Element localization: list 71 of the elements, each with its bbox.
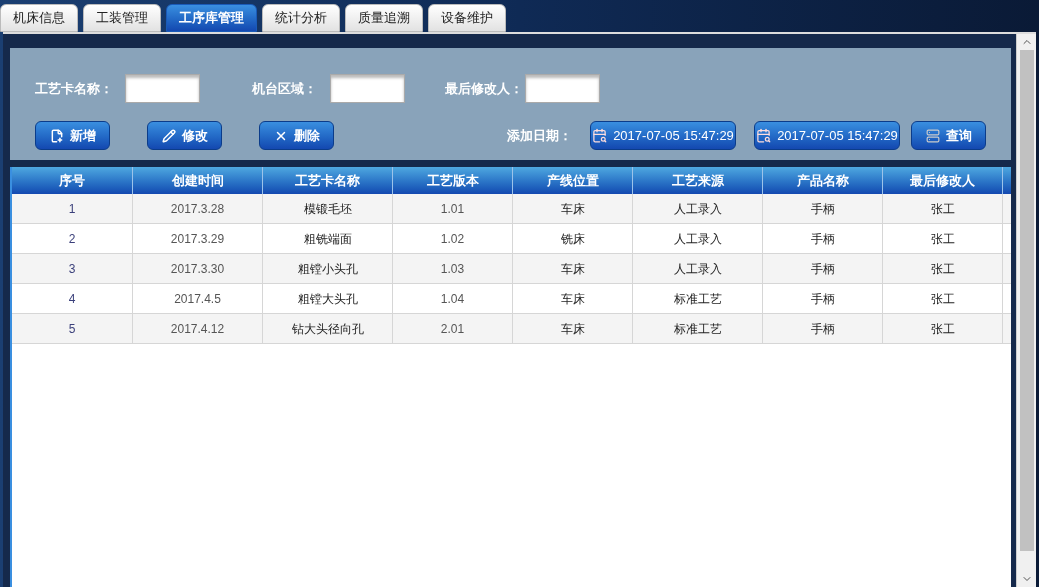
delete-button[interactable]: 删除 — [259, 121, 334, 150]
table-cell: 张工 — [883, 224, 1003, 253]
server-icon — [925, 128, 940, 143]
filter-input[interactable] — [125, 74, 200, 103]
table-row[interactable]: 4 2017.4.5 粗镗大头孔 1.04 车床 标准工艺 手柄 张工 — [12, 284, 1011, 314]
filter-label: 工艺卡名称： — [35, 79, 114, 98]
table-cell: 2017.3.28 — [133, 194, 263, 223]
table-cell: 4 — [12, 284, 133, 313]
table-cell: 手柄 — [763, 254, 883, 283]
date-picker[interactable]: 2017-07-05 15:47:29 — [754, 121, 900, 150]
table-row[interactable]: 5 2017.4.12 钻大头径向孔 2.01 车床 标准工艺 手柄 张工 — [12, 314, 1011, 344]
add-button[interactable]: 新增 — [35, 121, 110, 150]
table-cell: 手柄 — [763, 194, 883, 223]
table-cell: 手柄 — [763, 314, 883, 343]
table-cell: 张工 — [883, 194, 1003, 223]
calendar-icon — [756, 128, 772, 143]
tab[interactable]: 工装管理 — [83, 4, 161, 32]
table-cell: 钻大头径向孔 — [263, 314, 393, 343]
filter-input[interactable] — [330, 74, 405, 103]
table-cell: 2017.4.12 — [133, 314, 263, 343]
table-cell: 手柄 — [763, 224, 883, 253]
table-cell: 2017.4.5 — [133, 284, 263, 313]
date-label: 添加日期： — [507, 126, 572, 145]
table-cell: 车床 — [513, 194, 633, 223]
table-cell: 车床 — [513, 254, 633, 283]
table-cell: 张工 — [883, 314, 1003, 343]
scroll-thumb[interactable] — [1019, 50, 1034, 551]
tab[interactable]: 设备维护 — [428, 4, 506, 32]
table-cell: 1.03 — [393, 254, 513, 283]
edit-button[interactable]: 修改 — [147, 121, 222, 150]
table-cell: 1.02 — [393, 224, 513, 253]
table-cell: 标准工艺 — [633, 314, 763, 343]
table-cell: 标准工艺 — [633, 284, 763, 313]
table-row[interactable]: 1 2017.3.28 模锻毛坯 1.01 车床 人工录入 手柄 张工 — [12, 194, 1011, 224]
table-cell: 模锻毛坯 — [263, 194, 393, 223]
table-cell: 2017.3.30 — [133, 254, 263, 283]
table-cell: 1 — [12, 194, 133, 223]
filter-label: 最后修改人： — [445, 79, 524, 98]
table-cell: 5 — [12, 314, 133, 343]
file-plus-icon — [49, 128, 64, 143]
scrollbar[interactable] — [1016, 34, 1036, 587]
table-cell: 3 — [12, 254, 133, 283]
table-cell: 人工录入 — [633, 224, 763, 253]
pencil-icon — [161, 128, 176, 143]
table-cell: 张工 — [883, 254, 1003, 283]
table-cell: 车床 — [513, 284, 633, 313]
table-cell: 铣床 — [513, 224, 633, 253]
table-cell: 张工 — [883, 284, 1003, 313]
table-cell: 人工录入 — [633, 254, 763, 283]
table-cell: 手柄 — [763, 284, 883, 313]
table-cell: 1.04 — [393, 284, 513, 313]
table-cell: 2 — [12, 224, 133, 253]
table-row[interactable]: 2 2017.3.29 粗铣端面 1.02 铣床 人工录入 手柄 张工 — [12, 224, 1011, 254]
query-button[interactable]: 查询 — [911, 121, 986, 150]
table-cell: 粗镗小头孔 — [263, 254, 393, 283]
table-cell: 人工录入 — [633, 194, 763, 223]
table-cell: 粗铣端面 — [263, 224, 393, 253]
tab[interactable]: 机床信息 — [0, 4, 78, 32]
filter-input[interactable] — [525, 74, 600, 103]
table-cell: 1.01 — [393, 194, 513, 223]
tab[interactable]: 工序库管理 — [166, 4, 257, 32]
table-cell: 粗镗大头孔 — [263, 284, 393, 313]
table-row[interactable]: 3 2017.3.30 粗镗小头孔 1.03 车床 人工录入 手柄 张工 — [12, 254, 1011, 284]
table-cell: 车床 — [513, 314, 633, 343]
date-picker[interactable]: 2017-07-05 15:47:29 — [590, 121, 736, 150]
table-cell: 2017.3.29 — [133, 224, 263, 253]
filter-label: 机台区域： — [252, 79, 318, 98]
calendar-icon — [592, 128, 608, 143]
table-cell: 2.01 — [393, 314, 513, 343]
tab[interactable]: 统计分析 — [262, 4, 340, 32]
tab[interactable]: 质量追溯 — [345, 4, 423, 32]
